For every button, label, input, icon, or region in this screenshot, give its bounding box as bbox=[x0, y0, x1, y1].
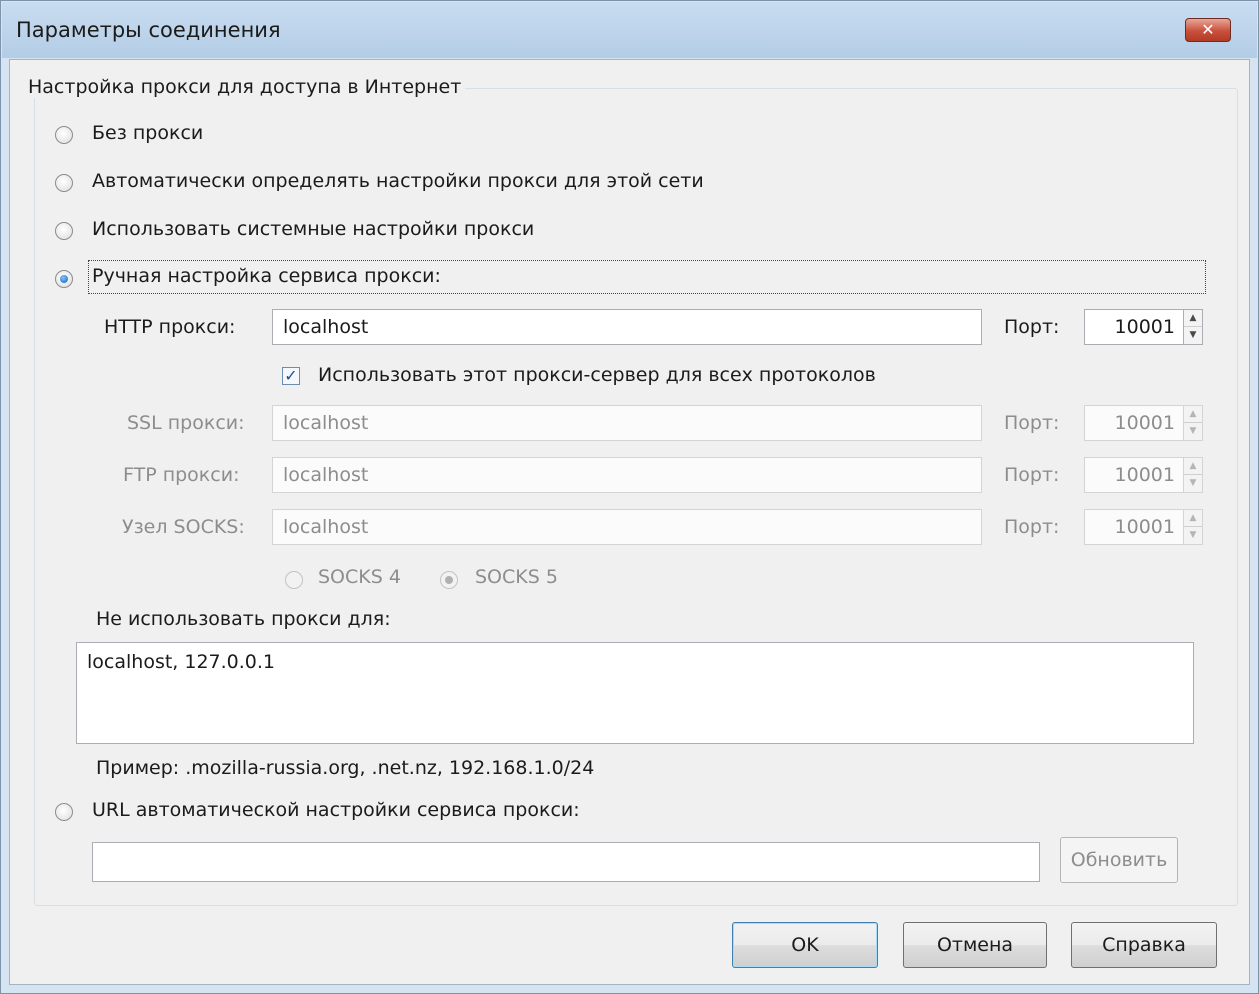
radio-socks4-label[interactable]: SOCKS 4 bbox=[318, 566, 401, 588]
title-bar[interactable]: Параметры соединения ✕ bbox=[2, 2, 1257, 58]
spin-up-icon[interactable]: ▲ bbox=[1184, 458, 1202, 475]
ok-button[interactable]: OK bbox=[732, 922, 878, 968]
auto-config-url-input[interactable] bbox=[92, 842, 1040, 882]
radio-no-proxy-label[interactable]: Без прокси bbox=[92, 122, 203, 144]
radio-system-proxy-label[interactable]: Использовать системные настройки прокси bbox=[92, 218, 534, 240]
spinner-arrows: ▲ ▼ bbox=[1183, 309, 1203, 345]
radio-no-proxy[interactable] bbox=[55, 126, 73, 144]
socks-port-label: Порт: bbox=[1004, 516, 1060, 538]
radio-socks5[interactable] bbox=[440, 571, 458, 589]
proxy-settings-group bbox=[34, 88, 1238, 906]
spin-down-icon[interactable]: ▼ bbox=[1184, 527, 1202, 544]
radio-auto-config-url[interactable] bbox=[55, 803, 73, 821]
cancel-button[interactable]: Отмена bbox=[903, 922, 1047, 968]
http-proxy-input[interactable]: localhost bbox=[272, 309, 982, 345]
ssl-port-value[interactable]: 10001 bbox=[1084, 405, 1184, 441]
reload-button[interactable]: Обновить bbox=[1060, 837, 1178, 883]
ftp-port-label: Порт: bbox=[1004, 464, 1060, 486]
spinner-arrows: ▲ ▼ bbox=[1183, 457, 1203, 493]
http-port-label: Порт: bbox=[1004, 316, 1060, 338]
ftp-proxy-input[interactable]: localhost bbox=[272, 457, 982, 493]
no-proxy-label: Не использовать прокси для: bbox=[96, 608, 391, 630]
spin-down-icon[interactable]: ▼ bbox=[1184, 327, 1202, 344]
spin-down-icon[interactable]: ▼ bbox=[1184, 475, 1202, 492]
close-button[interactable]: ✕ bbox=[1185, 18, 1231, 42]
ftp-proxy-label: FTP прокси: bbox=[123, 464, 240, 486]
ssl-port-label: Порт: bbox=[1004, 412, 1060, 434]
radio-auto-detect-label[interactable]: Автоматически определять настройки прокс… bbox=[92, 170, 704, 192]
socks-port-value[interactable]: 10001 bbox=[1084, 509, 1184, 545]
dialog-title: Параметры соединения bbox=[16, 18, 281, 42]
radio-socks4[interactable] bbox=[285, 571, 303, 589]
dialog-body: Настройка прокси для доступа в Интернет … bbox=[9, 59, 1250, 985]
use-for-all-label[interactable]: Использовать этот прокси-сервер для всех… bbox=[318, 364, 876, 386]
ssl-proxy-label: SSL прокси: bbox=[127, 412, 245, 434]
radio-system-proxy[interactable] bbox=[55, 222, 73, 240]
spin-up-icon[interactable]: ▲ bbox=[1184, 510, 1202, 527]
ssl-port-spinner[interactable]: 10001 ▲ ▼ bbox=[1084, 405, 1206, 441]
radio-socks5-label[interactable]: SOCKS 5 bbox=[475, 566, 558, 588]
radio-manual-proxy[interactable] bbox=[55, 270, 73, 288]
radio-auto-config-url-label[interactable]: URL автоматической настройки сервиса про… bbox=[92, 799, 580, 821]
socks-host-input[interactable]: localhost bbox=[272, 509, 982, 545]
spinner-arrows: ▲ ▼ bbox=[1183, 405, 1203, 441]
socks-port-spinner[interactable]: 10001 ▲ ▼ bbox=[1084, 509, 1206, 545]
dialog-window: Параметры соединения ✕ Настройка прокси … bbox=[0, 0, 1259, 994]
group-legend: Настройка прокси для доступа в Интернет bbox=[24, 76, 466, 98]
radio-manual-proxy-label[interactable]: Ручная настройка сервиса прокси: bbox=[92, 265, 441, 287]
http-port-spinner[interactable]: 10001 ▲ ▼ bbox=[1084, 309, 1206, 345]
help-button[interactable]: Справка bbox=[1071, 922, 1217, 968]
no-proxy-example: Пример: .mozilla-russia.org, .net.nz, 19… bbox=[96, 757, 595, 779]
ssl-proxy-input[interactable]: localhost bbox=[272, 405, 982, 441]
checkmark-icon: ✓ bbox=[284, 366, 298, 385]
close-icon: ✕ bbox=[1201, 20, 1215, 39]
socks-host-label: Узел SOCKS: bbox=[122, 516, 245, 538]
spin-up-icon[interactable]: ▲ bbox=[1184, 406, 1202, 423]
ftp-port-spinner[interactable]: 10001 ▲ ▼ bbox=[1084, 457, 1206, 493]
spinner-arrows: ▲ ▼ bbox=[1183, 509, 1203, 545]
http-proxy-label: HTTP прокси: bbox=[104, 316, 236, 338]
use-for-all-checkbox[interactable]: ✓ bbox=[282, 367, 300, 385]
spin-up-icon[interactable]: ▲ bbox=[1184, 310, 1202, 327]
no-proxy-textarea[interactable]: localhost, 127.0.0.1 bbox=[76, 642, 1194, 744]
ftp-port-value[interactable]: 10001 bbox=[1084, 457, 1184, 493]
spin-down-icon[interactable]: ▼ bbox=[1184, 423, 1202, 440]
radio-auto-detect[interactable] bbox=[55, 174, 73, 192]
http-port-value[interactable]: 10001 bbox=[1084, 309, 1184, 345]
